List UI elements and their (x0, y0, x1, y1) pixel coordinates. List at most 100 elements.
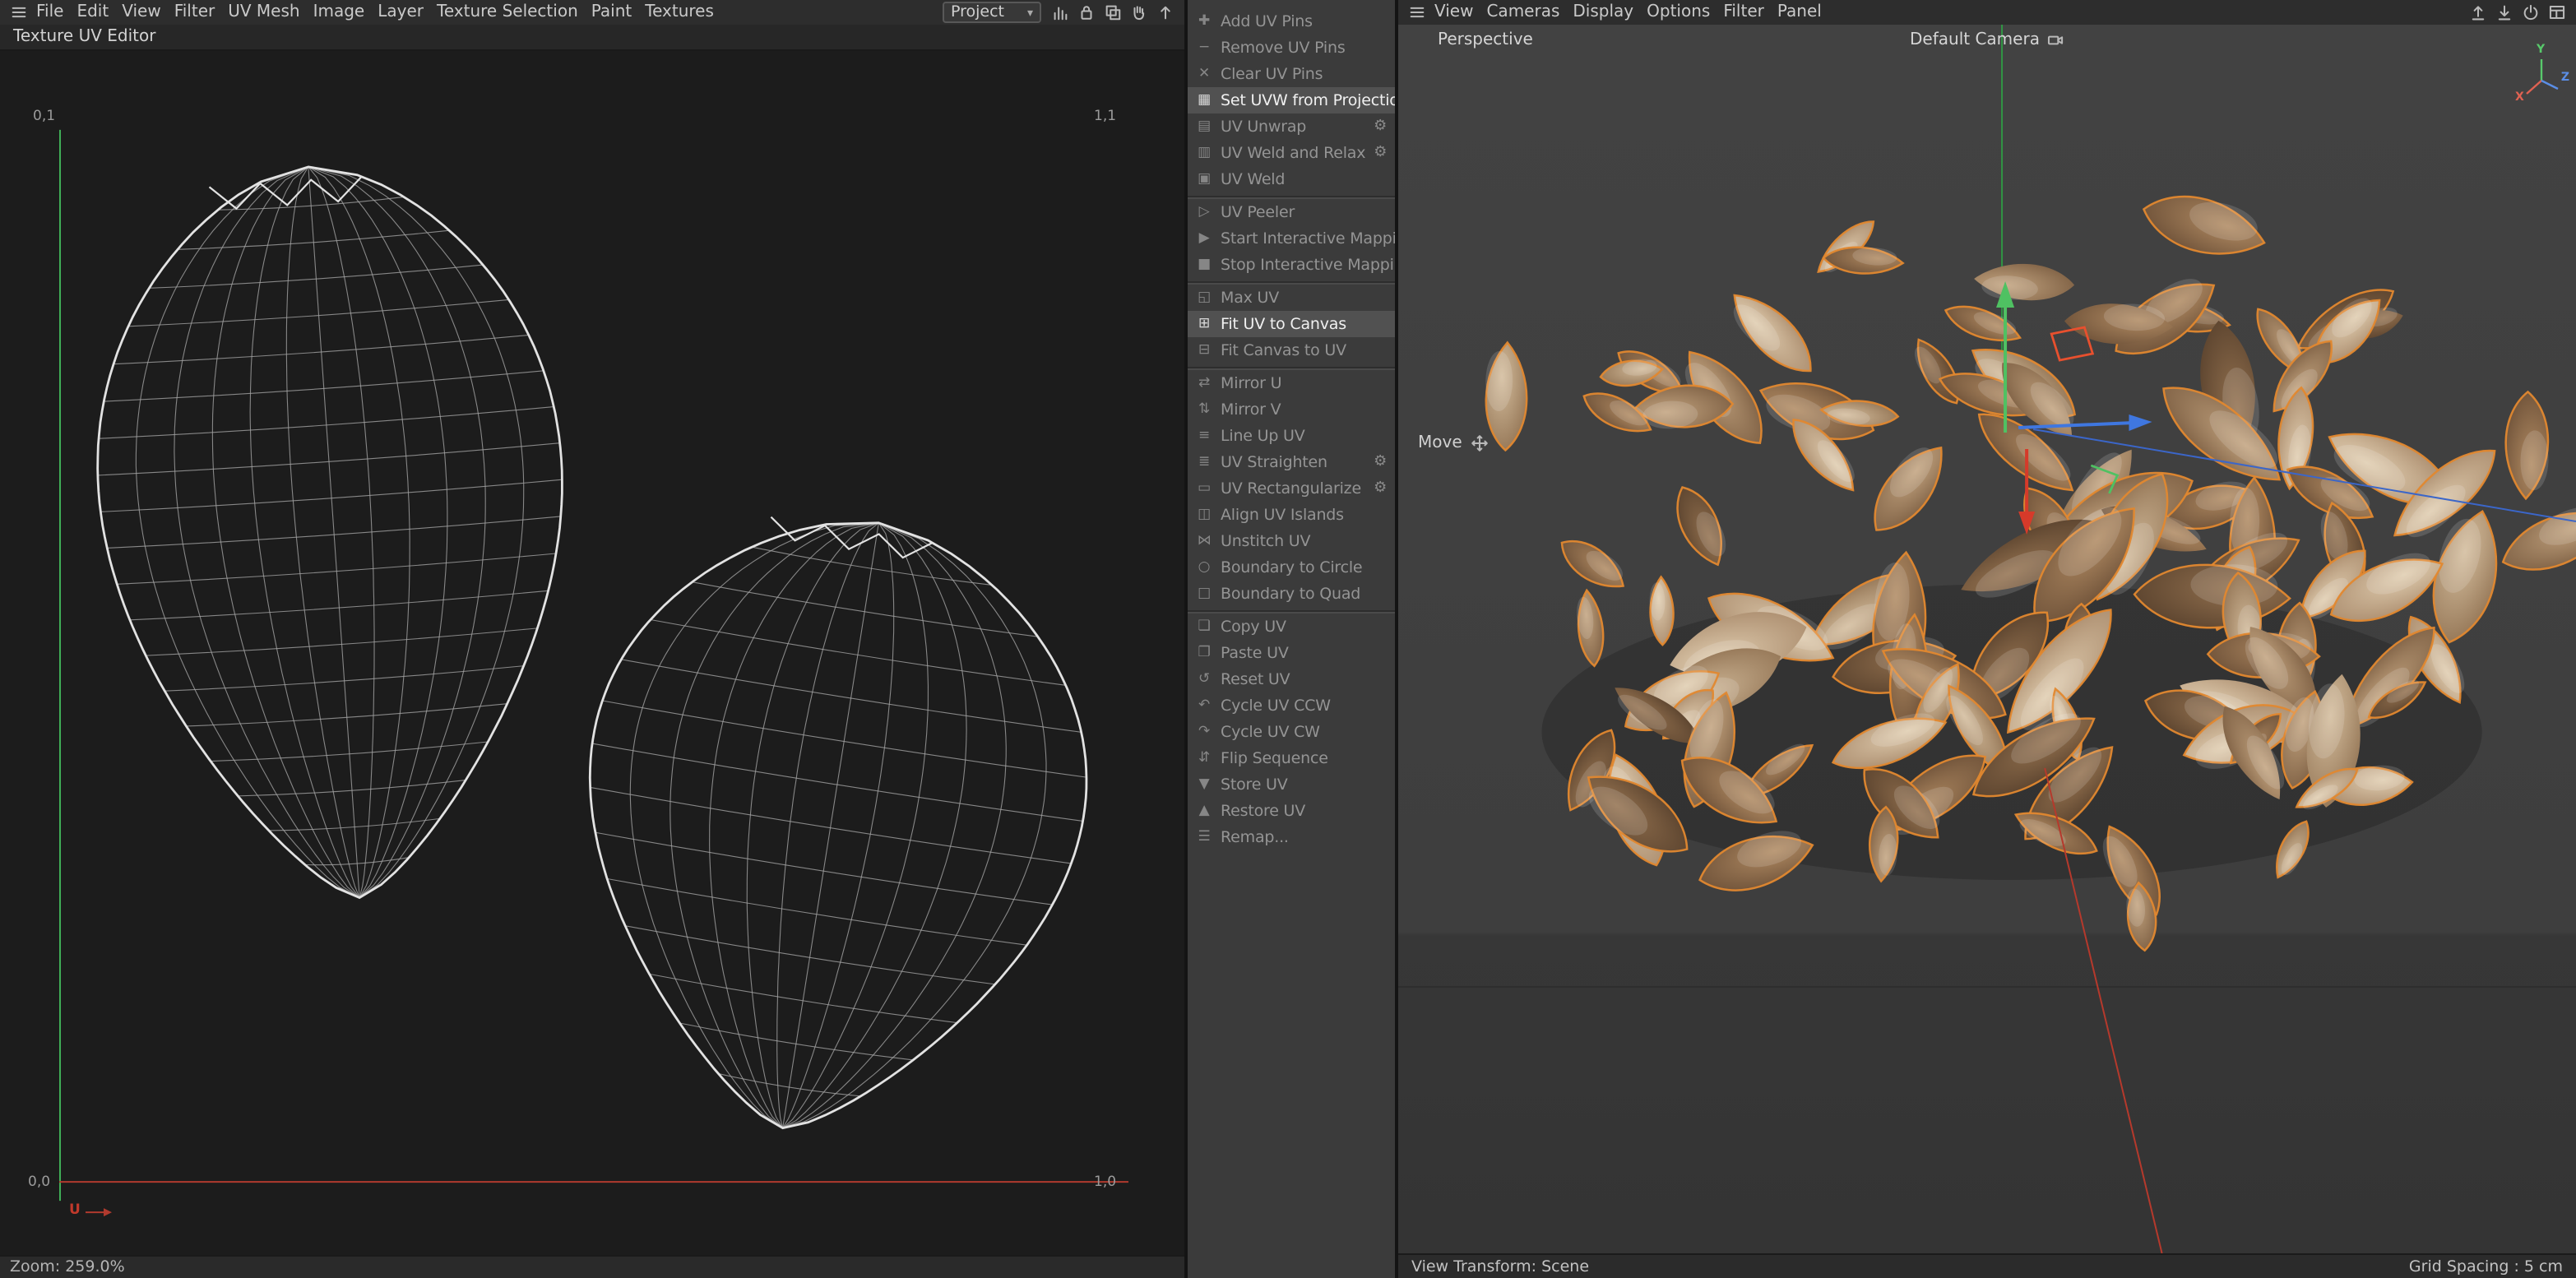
command-boundary-to-quad-icon: □ (1196, 586, 1212, 602)
command-line-up-uv-icon: ≡ (1196, 428, 1212, 444)
command-uv-straighten[interactable]: ≣UV Straighten⚙ (1188, 449, 1395, 475)
hand-icon[interactable] (1128, 2, 1150, 22)
command-paste-uv[interactable]: ❐Paste UV (1188, 640, 1395, 666)
command-cycle-uv-ccw[interactable]: ↶Cycle UV CCW (1188, 692, 1395, 719)
menu-file[interactable]: File (30, 3, 70, 21)
command-uv-peeler[interactable]: ▷UV Peeler (1188, 199, 1395, 225)
command-uv-weld-and-relax-gear-icon[interactable]: ⚙ (1374, 145, 1387, 161)
viewport-3d[interactable]: Perspective Default Camera Move Y X Z (1398, 25, 2576, 1253)
command-fit-canvas-to-uv-icon: ⊟ (1196, 342, 1212, 359)
view-transform-status: View Transform: Scene (1411, 1257, 1589, 1276)
command-label: UV Unwrap (1221, 118, 1306, 136)
command-label: Cycle UV CW (1221, 723, 1320, 741)
layout-icon[interactable] (2546, 2, 2568, 22)
histogram-icon[interactable] (1049, 2, 1071, 22)
command-max-uv[interactable]: ◱Max UV (1188, 285, 1395, 311)
command-uv-unwrap-icon: ▤ (1196, 118, 1212, 135)
command-remove-uv-pins[interactable]: −Remove UV Pins (1188, 35, 1395, 61)
view-label[interactable]: Perspective (1438, 31, 1533, 49)
command-uv-weld-icon: ▣ (1196, 171, 1212, 188)
upload-icon[interactable] (2467, 2, 2489, 22)
power-icon[interactable] (2520, 2, 2541, 22)
command-flip-sequence[interactable]: ⇵Flip Sequence (1188, 745, 1395, 771)
menu-layer[interactable]: Layer (371, 3, 430, 21)
command-stop-interactive-mapping-icon: ■ (1196, 257, 1212, 273)
uv-command-list: ✚Add UV Pins−Remove UV Pins✕Clear UV Pin… (1188, 7, 1395, 854)
command-remap[interactable]: ☰Remap... (1188, 824, 1395, 850)
command-add-uv-pins[interactable]: ✚Add UV Pins (1188, 8, 1395, 35)
command-align-uv-islands[interactable]: ◫Align UV Islands (1188, 502, 1395, 528)
uv-canvas[interactable]: 0,1 1,1 0,0 1,0 U (0, 51, 1184, 1255)
command-group: ⇄Mirror U⇅Mirror V≡Line Up UV≣UV Straigh… (1188, 367, 1395, 610)
command-line-up-uv[interactable]: ≡Line Up UV (1188, 423, 1395, 449)
command-paste-uv-icon: ❐ (1196, 645, 1212, 661)
command-label: Unstitch UV (1221, 532, 1310, 550)
command-reset-uv[interactable]: ↺Reset UV (1188, 666, 1395, 692)
command-reset-uv-icon: ↺ (1196, 671, 1212, 688)
viewport-menu-display[interactable]: Display (1566, 3, 1640, 21)
project-dropdown[interactable]: Project ▾ (943, 2, 1041, 23)
command-uv-rectangularize[interactable]: ▭UV Rectangularize⚙ (1188, 475, 1395, 502)
download-icon[interactable] (2494, 2, 2515, 22)
command-uv-peeler-icon: ▷ (1196, 204, 1212, 220)
command-fit-canvas-to-uv[interactable]: ⊟Fit Canvas to UV (1188, 337, 1395, 363)
layers-icon[interactable] (1102, 2, 1124, 22)
command-boundary-to-quad[interactable]: □ Boundary to Quad (1188, 581, 1395, 607)
command-start-interactive-mapping[interactable]: ▶Start Interactive Mapping (1188, 225, 1395, 252)
command-restore-uv[interactable]: ▲Restore UV (1188, 798, 1395, 824)
camera-selector[interactable]: Default Camera (1910, 31, 2064, 49)
menu-image[interactable]: Image (307, 3, 372, 21)
command-fit-uv-to-canvas[interactable]: ⊞Fit UV to Canvas (1188, 311, 1395, 337)
menu-filter[interactable]: Filter (168, 3, 222, 21)
menu-paint[interactable]: Paint (585, 3, 639, 21)
move-icon (1471, 434, 1489, 452)
menu-view[interactable]: View (115, 3, 167, 21)
command-cycle-uv-cw-icon: ↷ (1196, 724, 1212, 740)
command-label: Mirror U (1221, 374, 1281, 392)
command-stop-interactive-mapping[interactable]: ■Stop Interactive Mapping (1188, 252, 1395, 278)
viewport-menu-options[interactable]: Options (1640, 3, 1717, 21)
command-remove-uv-pins-icon: − (1196, 39, 1212, 56)
arrow-up-icon[interactable] (1155, 2, 1176, 22)
command-label: Remap... (1221, 828, 1289, 846)
menu-texture-selection[interactable]: Texture Selection (430, 3, 585, 21)
command-uv-weld-and-relax-icon: ▥ (1196, 145, 1212, 161)
viewport-menu-filter[interactable]: Filter (1717, 3, 1771, 21)
command-uv-unwrap-gear-icon[interactable]: ⚙ (1374, 118, 1387, 135)
command-unstitch-uv[interactable]: ⋈Unstitch UV (1188, 528, 1395, 554)
command-label: Remove UV Pins (1221, 39, 1346, 57)
command-mirror-v[interactable]: ⇅Mirror V (1188, 396, 1395, 423)
command-label: Boundary to Quad (1221, 585, 1360, 603)
command-set-uvw-from-projection[interactable]: ▦Set UVW from Projection⚙ (1188, 87, 1395, 113)
viewport-menu-panel[interactable]: Panel (1771, 3, 1828, 21)
axis-x-label: X (2515, 92, 2524, 104)
command-cycle-uv-cw[interactable]: ↷ Cycle UV CW (1188, 719, 1395, 745)
command-label: Flip Sequence (1221, 749, 1328, 767)
viewport-menu-view[interactable]: View (1428, 3, 1480, 21)
viewport-hamburger-icon[interactable] (1406, 2, 1428, 22)
command-copy-uv[interactable]: ❏Copy UV (1188, 614, 1395, 640)
application-window: FileEditViewFilterUV MeshImageLayerTextu… (0, 0, 2576, 1278)
command-uv-rectangularize-gear-icon[interactable]: ⚙ (1374, 480, 1387, 497)
hamburger-menu-icon[interactable] (8, 2, 30, 22)
viewport-menu-cameras[interactable]: Cameras (1480, 3, 1566, 21)
uv-wireframe[interactable] (0, 51, 1184, 1255)
command-boundary-to-circle[interactable]: ○Boundary to Circle (1188, 554, 1395, 581)
uv-corner-label-00: 0,0 (28, 1176, 50, 1190)
menu-textures[interactable]: Textures (638, 3, 720, 21)
command-clear-uv-pins[interactable]: ✕Clear UV Pins (1188, 61, 1395, 87)
command-uv-unwrap[interactable]: ▤ UV Unwrap ⚙ (1188, 113, 1395, 140)
orientation-axis-gizmo[interactable]: Y X Z (2513, 44, 2569, 107)
command-label: Max UV (1221, 289, 1279, 307)
menu-uv-mesh[interactable]: UV Mesh (221, 3, 306, 21)
command-mirror-u[interactable]: ⇄Mirror U (1188, 370, 1395, 396)
scene-render[interactable] (1398, 25, 2576, 1253)
command-uv-weld[interactable]: ▣UV Weld (1188, 166, 1395, 192)
command-uv-straighten-gear-icon[interactable]: ⚙ (1374, 454, 1387, 470)
camera-icon[interactable] (2046, 31, 2064, 49)
menu-edit[interactable]: Edit (70, 3, 115, 21)
lock-icon[interactable] (1076, 2, 1097, 22)
command-label: UV Straighten (1221, 453, 1327, 471)
command-uv-weld-and-relax[interactable]: ▥UV Weld and Relax⚙ (1188, 140, 1395, 166)
command-store-uv[interactable]: ▼Store UV (1188, 771, 1395, 798)
